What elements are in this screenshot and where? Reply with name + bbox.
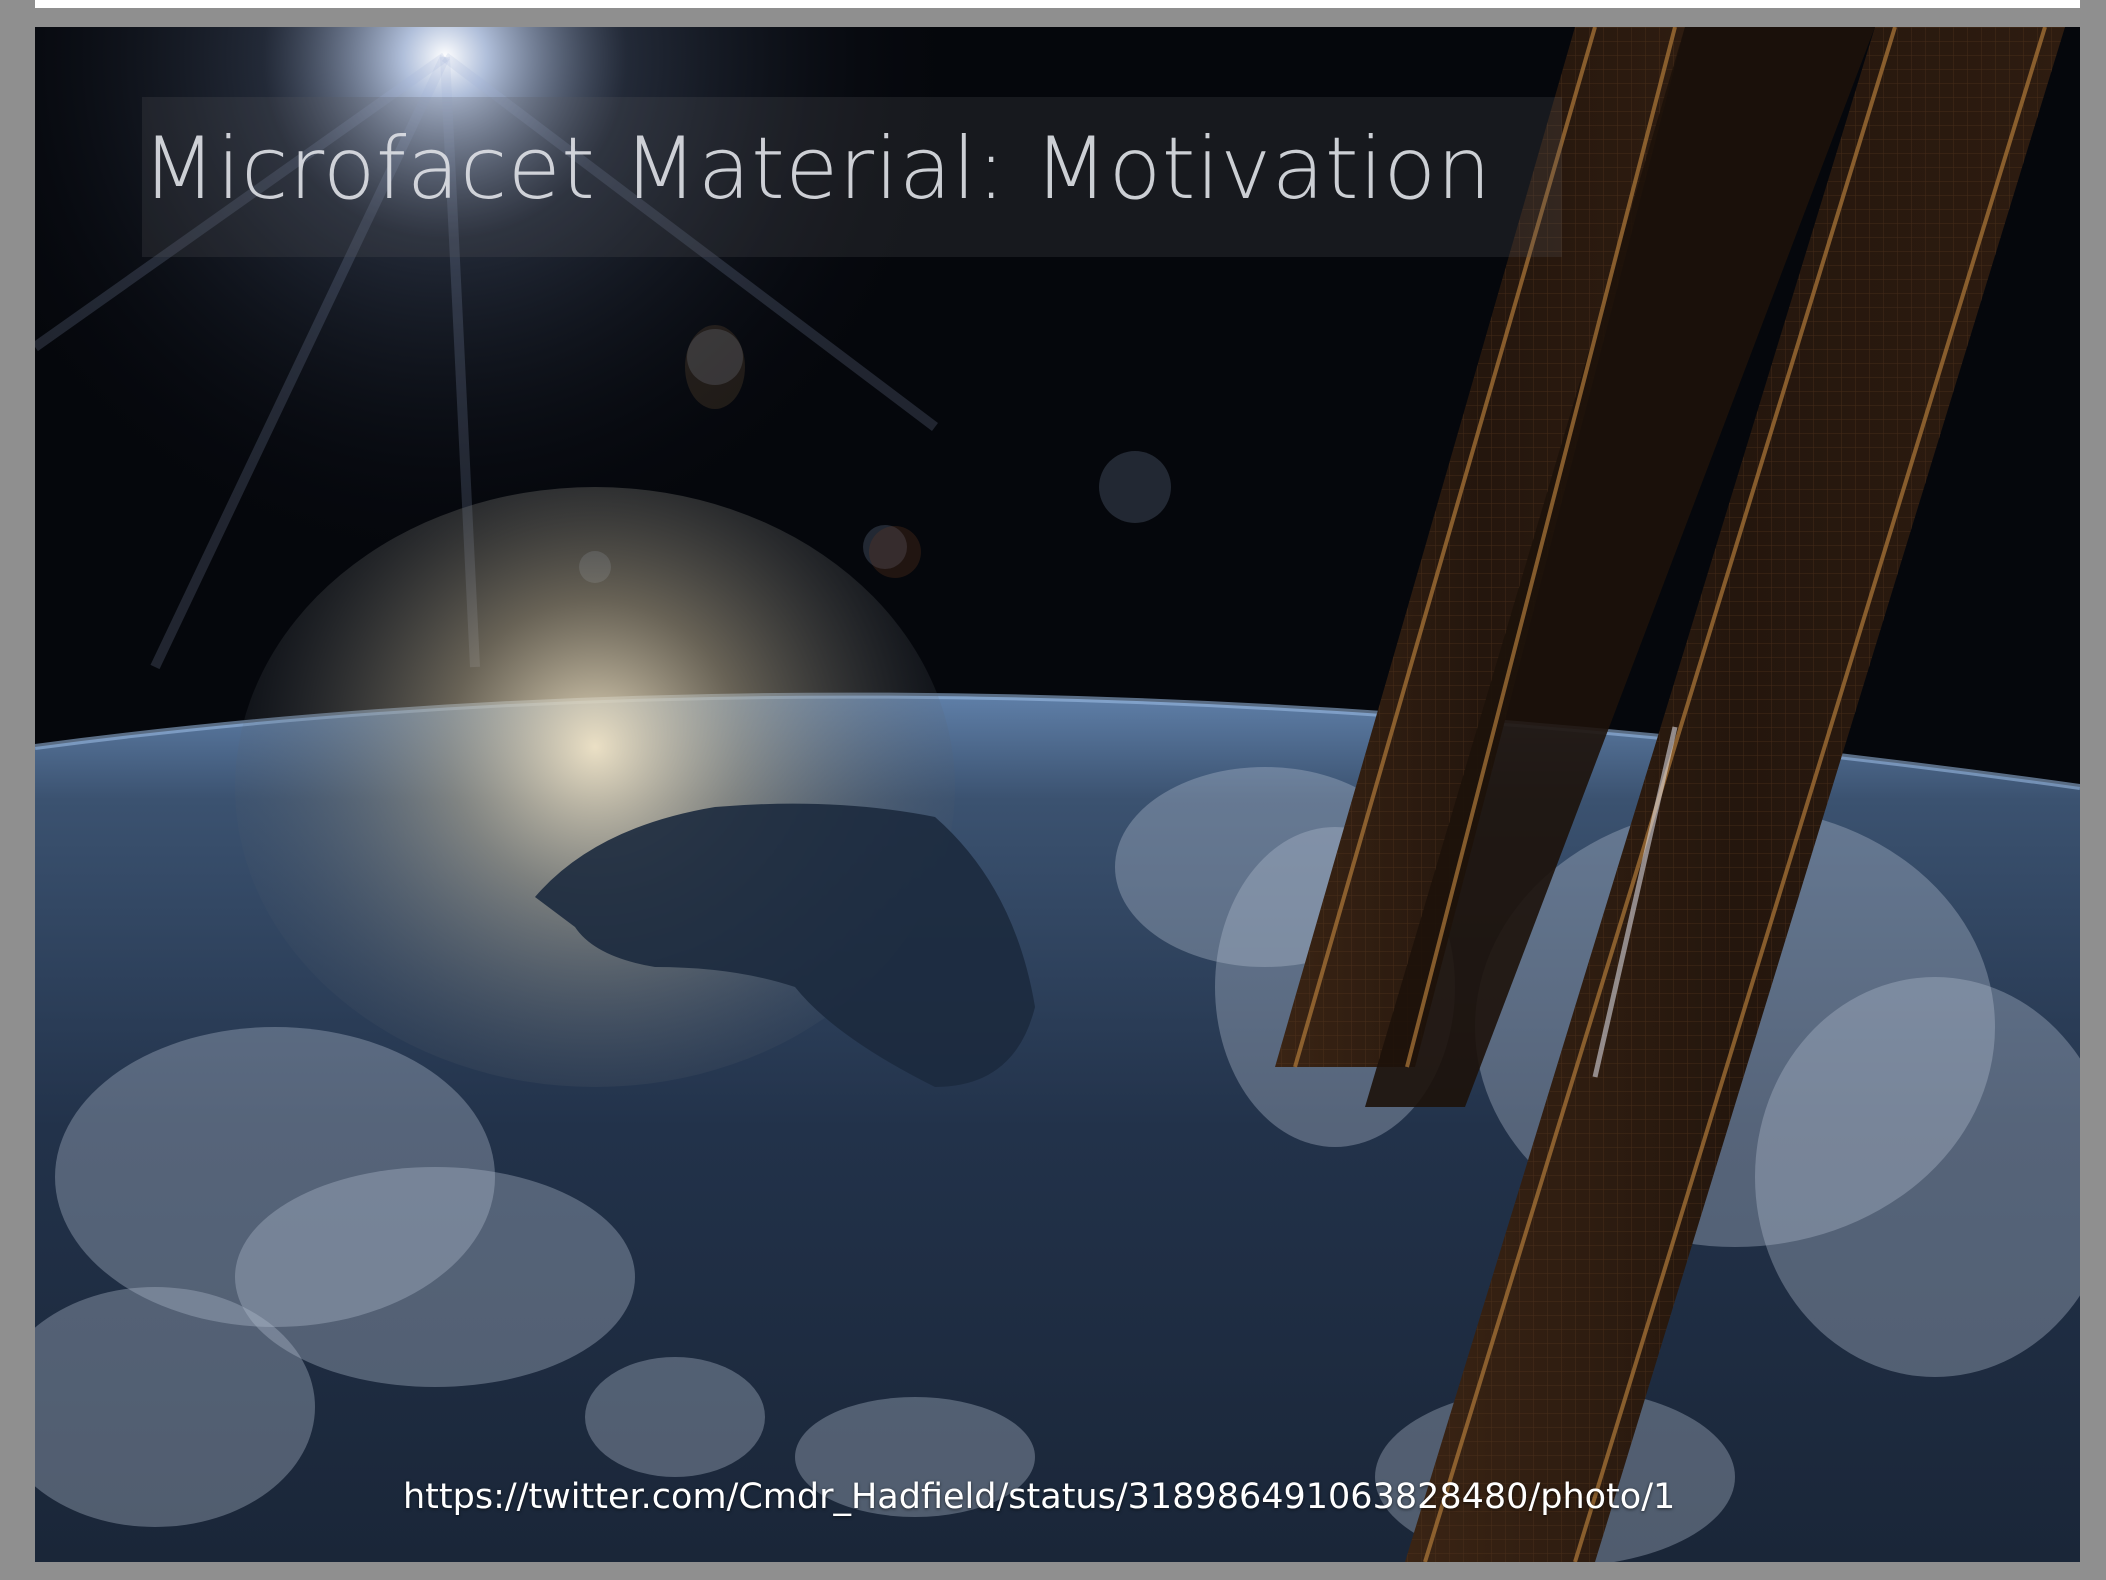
- earth-from-space-photo: [35, 27, 2080, 1562]
- slide-title: Microfacet Material: Motivation: [142, 119, 1492, 219]
- slide: Microfacet Material: Motivation https://…: [35, 27, 2080, 1562]
- top-strip: [35, 0, 2080, 8]
- image-credit-link[interactable]: https://twitter.com/Cmdr_Hadfield/status…: [403, 1477, 1675, 1517]
